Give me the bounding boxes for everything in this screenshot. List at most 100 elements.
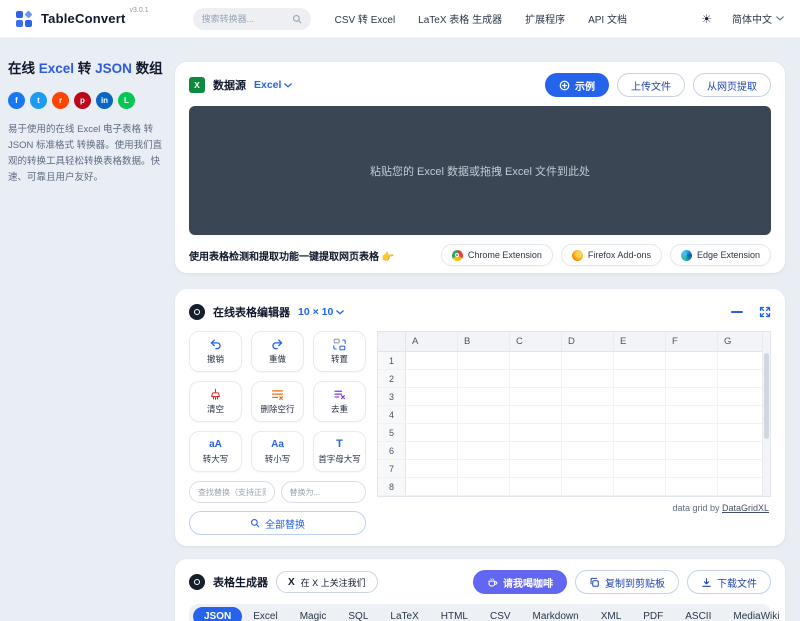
grid-cell[interactable] <box>406 424 458 441</box>
grid-corner[interactable] <box>378 332 406 351</box>
tab-sql[interactable]: SQL <box>337 607 379 621</box>
download-file-button[interactable]: 下载文件 <box>687 570 771 594</box>
theme-toggle-sun-icon[interactable]: ☀ <box>701 13 712 25</box>
grid-cell[interactable] <box>406 352 458 369</box>
tab-magic[interactable]: Magic <box>289 607 338 621</box>
tableconvert-logo-icon[interactable] <box>16 9 33 27</box>
firefox-extension-button[interactable]: Firefox Add-ons <box>560 244 662 266</box>
grid-scrollbar[interactable] <box>762 332 770 496</box>
transpose-button[interactable]: 转置 <box>313 331 366 372</box>
tab-xml[interactable]: XML <box>590 607 633 621</box>
grid-cell[interactable] <box>510 442 562 459</box>
grid-cell[interactable] <box>614 478 666 495</box>
edge-extension-button[interactable]: Edge Extension <box>669 244 771 266</box>
tab-mediawiki[interactable]: MediaWiki <box>722 607 790 621</box>
grid-cell[interactable] <box>666 478 718 495</box>
column-header-e[interactable]: E <box>614 332 666 351</box>
column-header-a[interactable]: A <box>406 332 458 351</box>
collapse-minus-icon[interactable] <box>731 306 743 318</box>
replace-all-button[interactable]: 全部替换 <box>189 511 366 535</box>
column-header-d[interactable]: D <box>562 332 614 351</box>
tab-ascii[interactable]: ASCII <box>674 607 722 621</box>
find-input[interactable] <box>189 481 275 503</box>
grid-cell[interactable] <box>458 442 510 459</box>
grid-cell[interactable] <box>458 370 510 387</box>
grid-cell[interactable] <box>458 388 510 405</box>
grid-cell[interactable] <box>406 460 458 477</box>
nav-link[interactable]: LaTeX 表格 生成器 <box>418 11 502 26</box>
tab-excel[interactable]: Excel <box>242 607 288 621</box>
grid-cell[interactable] <box>510 388 562 405</box>
brand-name[interactable]: TableConvert <box>41 11 126 26</box>
table-size-select[interactable]: 10 × 10 <box>298 306 345 318</box>
grid-cell[interactable] <box>666 388 718 405</box>
search-box[interactable] <box>192 7 311 30</box>
grid-cell[interactable] <box>406 406 458 423</box>
row-header-2[interactable]: 2 <box>378 370 406 387</box>
tab-pdf[interactable]: PDF <box>632 607 674 621</box>
grid-cell[interactable] <box>458 424 510 441</box>
grid-cell[interactable] <box>406 478 458 495</box>
row-header-3[interactable]: 3 <box>378 388 406 405</box>
grid-cell[interactable] <box>614 352 666 369</box>
undo-button[interactable]: 撤销 <box>189 331 242 372</box>
search-input[interactable] <box>201 13 292 24</box>
row-header-5[interactable]: 5 <box>378 424 406 441</box>
row-header-4[interactable]: 4 <box>378 406 406 423</box>
tab-csv[interactable]: CSV <box>479 607 522 621</box>
format-select[interactable]: Excel <box>254 79 293 91</box>
grid-cell[interactable] <box>510 460 562 477</box>
column-header-f[interactable]: F <box>666 332 718 351</box>
grid-cell[interactable] <box>458 352 510 369</box>
grid-cell[interactable] <box>458 460 510 477</box>
grid-cell[interactable] <box>666 460 718 477</box>
grid-cell[interactable] <box>458 406 510 423</box>
grid-cell[interactable] <box>614 406 666 423</box>
grid-cell[interactable] <box>614 460 666 477</box>
grid-cell[interactable] <box>614 388 666 405</box>
grid-cell[interactable] <box>510 478 562 495</box>
column-header-b[interactable]: B <box>458 332 510 351</box>
grid-cell[interactable] <box>510 370 562 387</box>
grid-cell[interactable] <box>666 442 718 459</box>
linkedin-icon[interactable]: in <box>96 91 113 109</box>
copy-to-clipboard-button[interactable]: 复制到剪贴板 <box>575 570 679 594</box>
facebook-icon[interactable]: f <box>8 91 25 109</box>
nav-link[interactable]: 扩展程序 <box>525 11 565 26</box>
tab-yaml[interactable]: YAML <box>791 607 800 621</box>
tab-latex[interactable]: LaTeX <box>379 607 429 621</box>
grid-cell[interactable] <box>510 352 562 369</box>
grid-cell[interactable] <box>666 424 718 441</box>
grid-cell[interactable] <box>562 424 614 441</box>
dedupe-button[interactable]: 去重 <box>313 381 366 422</box>
grid-cell[interactable] <box>406 370 458 387</box>
grid-cell[interactable] <box>562 388 614 405</box>
replace-input[interactable] <box>280 481 366 503</box>
reddit-icon[interactable]: r <box>52 91 69 109</box>
uppercase-button[interactable]: aA 转大写 <box>189 431 242 472</box>
grid-cell[interactable] <box>458 478 510 495</box>
tab-json[interactable]: JSON <box>193 607 243 621</box>
lowercase-button[interactable]: Aa 转小写 <box>251 431 304 472</box>
twitter-icon[interactable]: t <box>30 91 47 109</box>
datagridxl-link[interactable]: DataGridXL <box>722 503 769 513</box>
tab-html[interactable]: HTML <box>430 607 479 621</box>
buy-coffee-button[interactable]: 请我喝咖啡 <box>473 570 567 594</box>
grid-cell[interactable] <box>614 424 666 441</box>
grid-cell[interactable] <box>562 352 614 369</box>
delete-empty-rows-button[interactable]: 删除空行 <box>251 381 304 422</box>
grid-cell[interactable] <box>406 442 458 459</box>
redo-button[interactable]: 重做 <box>251 331 304 372</box>
row-header-7[interactable]: 7 <box>378 460 406 477</box>
grid-cell[interactable] <box>614 370 666 387</box>
grid-scrollbar-thumb[interactable] <box>764 353 769 439</box>
nav-link[interactable]: API 文档 <box>588 11 627 26</box>
grid-cell[interactable] <box>562 406 614 423</box>
grid-cell[interactable] <box>562 478 614 495</box>
grid-cell[interactable] <box>406 388 458 405</box>
row-header-6[interactable]: 6 <box>378 442 406 459</box>
clear-button[interactable]: 清空 <box>189 381 242 422</box>
extract-from-url-button[interactable]: 从网页提取 <box>693 73 771 97</box>
chrome-extension-button[interactable]: Chrome Extension <box>440 244 553 266</box>
fullscreen-expand-icon[interactable] <box>759 306 771 318</box>
